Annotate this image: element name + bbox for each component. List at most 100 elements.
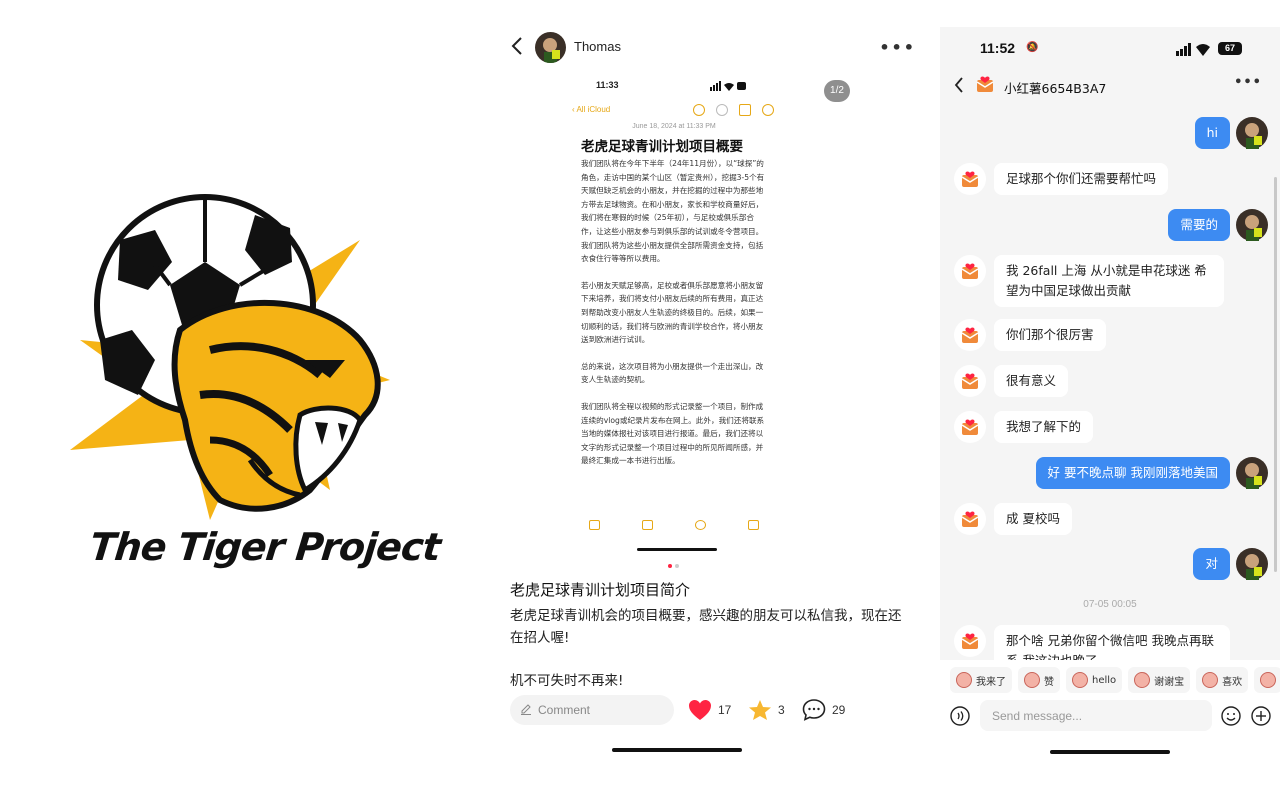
chat-header: 小红薯6654B3A7 ••• <box>940 71 1280 101</box>
sticker-face-icon <box>956 672 972 688</box>
message-incoming: 成 夏校吗 <box>954 503 1072 535</box>
note-paragraph: 我们团队将全程以视频的形式记录整一个项目，制作成连续的vlog或纪录片发布在网上… <box>581 401 765 466</box>
add-icon[interactable] <box>1251 706 1271 726</box>
collect-button[interactable]: 3 <box>748 698 785 722</box>
my-avatar[interactable] <box>1236 548 1268 580</box>
sticker-face-icon <box>1024 672 1040 688</box>
logo-panel: The Tiger Project <box>0 0 490 788</box>
screenshot-home-indicator <box>637 548 717 551</box>
comment-bubble-icon <box>802 699 826 721</box>
markup-icon <box>695 520 706 530</box>
emoji-icon[interactable] <box>1221 706 1241 726</box>
message-outgoing: hi <box>1194 117 1268 149</box>
like-count: 17 <box>718 703 732 717</box>
contact-avatar[interactable] <box>954 411 986 443</box>
sticker-chip[interactable]: 我来了 <box>950 667 1012 693</box>
message-bubble[interactable]: 需要的 <box>1168 209 1230 241</box>
message-bubble[interactable]: 很有意义 <box>994 365 1069 397</box>
author-avatar[interactable] <box>535 32 566 63</box>
note-date: June 18, 2024 at 11:33 PM <box>632 123 716 130</box>
note-paragraph: 总的来说，这次项目将为小朋友提供一个走出深山，改变人生轨迹的契机。 <box>581 361 764 385</box>
my-avatar[interactable] <box>1236 457 1268 489</box>
message-bubble[interactable]: 足球那个你们还需要帮忙吗 <box>994 163 1169 195</box>
more-options-icon[interactable]: ••• <box>879 38 916 57</box>
note-paragraph: 若小朋友天赋足够高，足校或者俱乐部愿意将小朋友留下来培养，我们将支付小朋友后续的… <box>581 280 764 345</box>
like-button[interactable]: 17 <box>688 698 731 722</box>
comment-input[interactable]: Comment <box>510 695 674 725</box>
contact-avatar[interactable] <box>954 255 986 287</box>
post-title: 老虎足球青训计划项目简介 <box>510 581 691 599</box>
post-panel: Thomas ••• 11:33 ‹ All iCloud June 18, 2… <box>490 0 940 788</box>
pencil-icon <box>521 704 531 715</box>
sticker-chip[interactable]: 谢谢宝 <box>1128 667 1191 693</box>
more-circle-icon <box>762 104 774 116</box>
my-avatar[interactable] <box>1236 209 1268 241</box>
redo-icon <box>716 104 728 116</box>
contact-avatar[interactable] <box>954 365 986 397</box>
post-description: 老虎足球青训机会的项目概要，感兴趣的朋友可以私信我，现在还在招人喔! <box>510 608 902 646</box>
author-name[interactable]: Thomas <box>574 39 621 54</box>
carousel-dot-active[interactable] <box>668 564 672 568</box>
contact-avatar[interactable] <box>954 625 986 657</box>
message-bubble[interactable]: 我想了解下的 <box>994 411 1094 443</box>
notes-toolbar: ‹ All iCloud <box>562 104 786 120</box>
contact-avatar[interactable] <box>954 319 986 351</box>
notes-back-link: ‹ All iCloud <box>572 105 611 114</box>
voice-icon[interactable] <box>950 706 970 726</box>
message-bubble[interactable]: hi <box>1194 117 1230 149</box>
message-bubble[interactable]: 成 夏校吗 <box>994 503 1072 535</box>
home-indicator <box>1050 750 1170 754</box>
my-avatar[interactable] <box>1236 117 1268 149</box>
message-outgoing: 需要的 <box>1168 209 1268 241</box>
more-options-icon[interactable]: ••• <box>1234 75 1262 90</box>
message-outgoing: 对 <box>1193 548 1268 580</box>
carousel-dots <box>668 564 679 568</box>
star-count: 3 <box>778 703 785 717</box>
carousel-dot[interactable] <box>675 564 679 568</box>
sticker-face-icon <box>1072 672 1088 688</box>
screenshot-status-bar: 11:33 <box>562 80 786 94</box>
comment-count: 29 <box>832 703 846 717</box>
chat-status-time: 11:52 <box>980 40 1016 56</box>
sticker-chip[interactable]: hello <box>1066 667 1123 693</box>
contact-avatar[interactable] <box>974 73 996 95</box>
comments-button[interactable]: 29 <box>802 698 845 722</box>
share-icon <box>739 104 751 116</box>
note-title: 老虎足球青训计划项目概要 <box>581 139 743 155</box>
heart-icon <box>689 700 711 720</box>
sticker-chip[interactable]: 赞 <box>1018 667 1060 693</box>
message-input[interactable] <box>980 700 1212 731</box>
message-incoming: 我想了解下的 <box>954 411 1094 443</box>
message-incoming: 你们那个很厉害 <box>954 319 1106 351</box>
sticker-face-icon <box>1134 672 1151 688</box>
comment-placeholder: Comment <box>538 703 591 717</box>
battery-indicator: 67 <box>1218 42 1242 55</box>
message-bubble[interactable]: 好 要不晚点聊 我刚刚落地美国 <box>1035 457 1230 489</box>
message-incoming: 足球那个你们还需要帮忙吗 <box>954 163 1169 195</box>
signal-wifi-icon: 67 <box>1176 42 1242 56</box>
message-outgoing: 好 要不晚点聊 我刚刚落地美国 <box>1035 457 1268 489</box>
message-bubble[interactable]: 我 26fall 上海 从小就是申花球迷 希望为中国足球做出贡献 <box>994 255 1224 307</box>
contact-avatar[interactable] <box>954 163 986 195</box>
checklist-icon <box>589 520 600 530</box>
scrollbar[interactable] <box>1274 177 1277 572</box>
logo-wordmark: The Tiger Project <box>87 525 443 569</box>
back-chevron-icon[interactable] <box>954 77 964 93</box>
sticker-chip[interactable] <box>1254 667 1280 693</box>
contact-avatar[interactable] <box>954 503 986 535</box>
chat-panel: 11:52 🔕 67 小红薯6654B3A7 ••• hi 足球那个你们还需要帮… <box>940 27 1280 761</box>
back-chevron-icon[interactable] <box>510 36 524 56</box>
message-bubble[interactable]: 你们那个很厉害 <box>994 319 1106 351</box>
compose-icon <box>748 520 759 530</box>
post-cta-text: 机不可失时不再来! <box>510 673 624 686</box>
sticker-chip[interactable]: 喜欢 <box>1196 667 1249 693</box>
note-body: 我们团队将在今年下半年（24年11月份），以“球探”的角色，走访中国的某个山区（… <box>581 157 769 481</box>
message-incoming: 很有意义 <box>954 365 1069 397</box>
home-indicator <box>612 748 742 752</box>
undo-icon <box>693 104 705 116</box>
star-icon <box>749 700 771 720</box>
post-header: Thomas ••• <box>490 28 940 68</box>
contact-name: 小红薯6654B3A7 <box>1004 81 1107 96</box>
message-bubble[interactable]: 对 <box>1193 548 1230 580</box>
screenshot-time: 11:33 <box>596 80 619 90</box>
